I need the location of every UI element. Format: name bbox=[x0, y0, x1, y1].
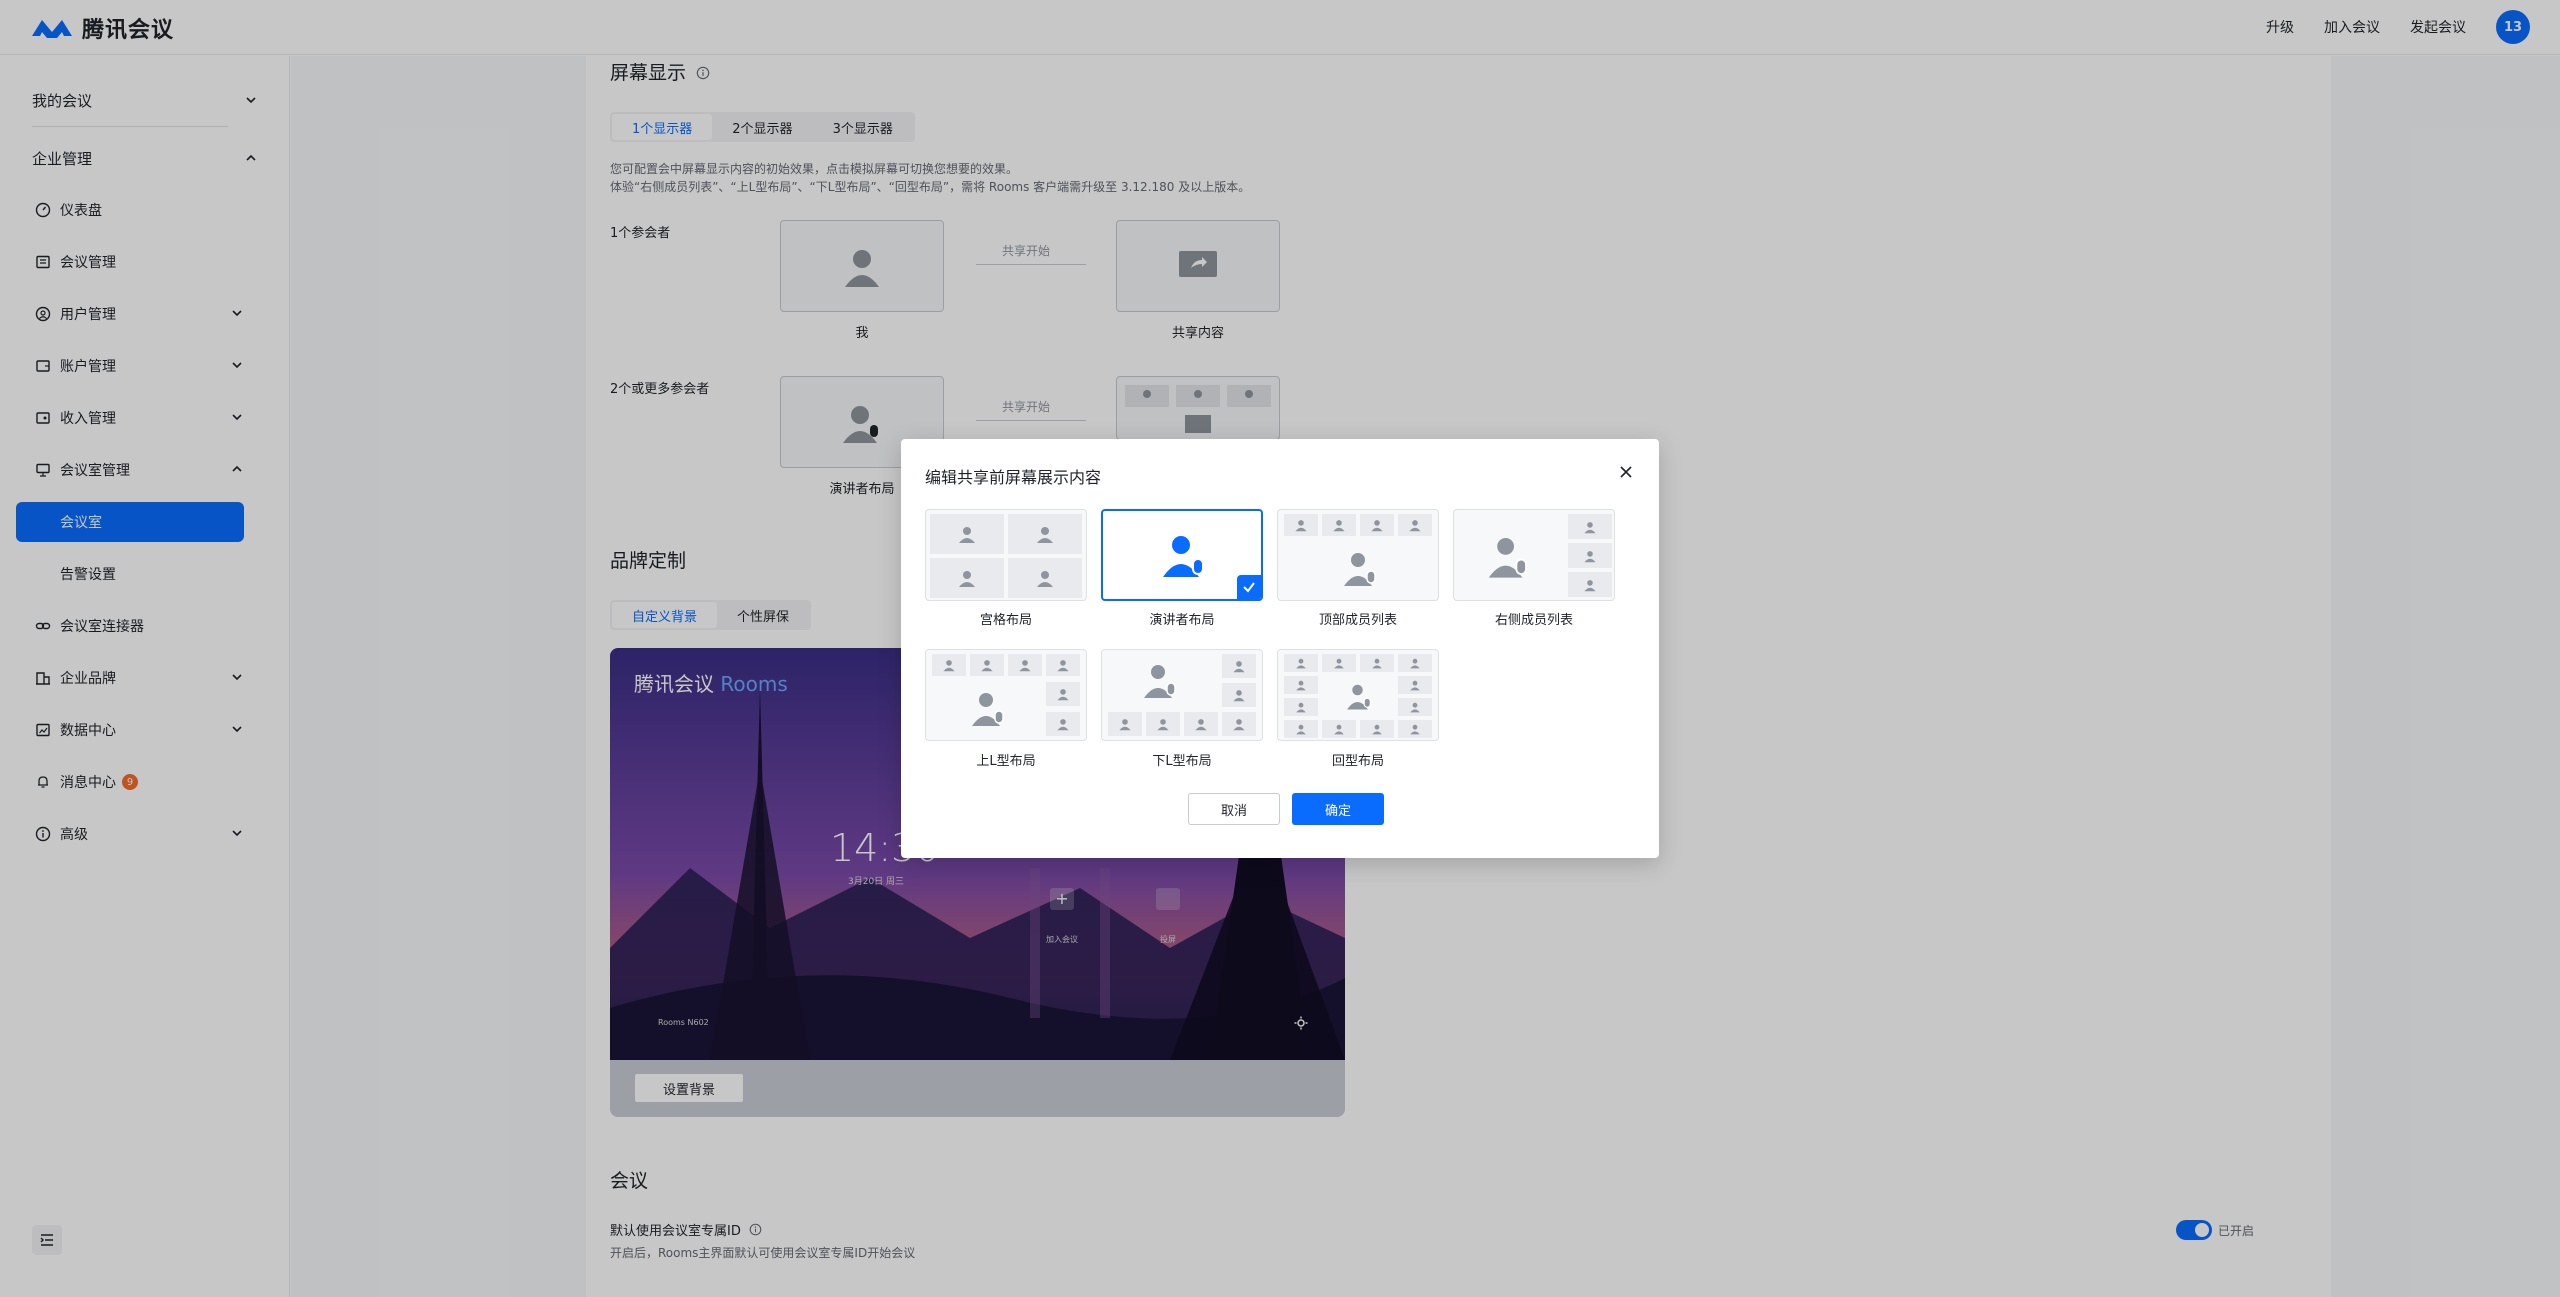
person-icon bbox=[1296, 680, 1306, 691]
person-tile bbox=[1398, 720, 1432, 738]
person-icon bbox=[1037, 527, 1053, 543]
person-icon bbox=[1296, 702, 1306, 713]
person-icon bbox=[959, 527, 975, 543]
layout-option-speaker[interactable] bbox=[1101, 509, 1263, 601]
person-icon bbox=[1584, 579, 1596, 591]
person-tile bbox=[1360, 654, 1394, 672]
person-icon bbox=[1584, 550, 1596, 562]
person-tile bbox=[1284, 698, 1318, 716]
person-tile bbox=[1398, 698, 1432, 716]
person-icon bbox=[1584, 521, 1596, 533]
selected-check bbox=[1237, 575, 1261, 599]
person-tile bbox=[1322, 720, 1356, 738]
layout-option-upper-l[interactable] bbox=[925, 649, 1087, 741]
person-icon bbox=[1119, 719, 1131, 731]
person-icon bbox=[1157, 719, 1169, 731]
confirm-button[interactable]: 确定 bbox=[1292, 793, 1384, 825]
layout-option-right-list[interactable] bbox=[1453, 509, 1615, 601]
person-tile bbox=[1046, 682, 1080, 706]
layout-caption-top-list: 顶部成员列表 bbox=[1318, 613, 1397, 628]
layout-option-grid[interactable] bbox=[925, 509, 1087, 601]
person-icon bbox=[1410, 702, 1420, 713]
person-icon bbox=[981, 660, 993, 672]
person-tile bbox=[930, 558, 1004, 598]
person-icon bbox=[1333, 520, 1345, 532]
check-icon bbox=[1243, 582, 1255, 593]
speaker-icon bbox=[1144, 665, 1176, 698]
person-tile bbox=[1322, 654, 1356, 672]
person-tile bbox=[1008, 514, 1082, 554]
person-tile bbox=[1222, 712, 1256, 736]
person-tile bbox=[1398, 514, 1432, 536]
person-tile bbox=[1568, 514, 1612, 539]
person-icon bbox=[1057, 660, 1069, 672]
layout-dialog: 编辑共享前屏幕展示内容 宫格布局 演讲者布局 顶部成员列表 右侧成员列表 上L型… bbox=[901, 439, 1659, 858]
person-tile bbox=[1146, 712, 1180, 736]
person-icon bbox=[943, 660, 955, 672]
close-button[interactable] bbox=[1617, 463, 1635, 481]
layout-caption-lower-l: 下L型布局 bbox=[1152, 754, 1212, 769]
person-icon bbox=[1372, 658, 1382, 669]
layout-option-top-list[interactable] bbox=[1277, 509, 1439, 601]
person-tile bbox=[1284, 654, 1318, 672]
person-tile bbox=[1222, 683, 1256, 707]
cancel-button[interactable]: 取消 bbox=[1188, 793, 1280, 825]
person-icon bbox=[1233, 690, 1245, 702]
person-icon bbox=[1334, 724, 1344, 735]
person-icon bbox=[1334, 658, 1344, 669]
person-tile bbox=[970, 654, 1004, 676]
person-tile bbox=[1568, 543, 1612, 568]
person-tile bbox=[1008, 654, 1042, 676]
person-icon bbox=[1296, 658, 1306, 669]
layout-caption-ring: 回型布局 bbox=[1331, 754, 1384, 769]
person-icon bbox=[1410, 680, 1420, 691]
layout-caption-speaker: 演讲者布局 bbox=[1149, 613, 1215, 628]
person-icon bbox=[959, 571, 975, 587]
person-tile bbox=[1284, 720, 1318, 738]
person-icon bbox=[1296, 724, 1306, 735]
person-tile bbox=[1360, 720, 1394, 738]
person-icon bbox=[1019, 660, 1031, 672]
speaker-icon bbox=[1163, 536, 1204, 577]
layout-caption-right-list: 右侧成员列表 bbox=[1494, 613, 1573, 628]
speaker-icon bbox=[1344, 553, 1376, 586]
close-icon bbox=[1620, 466, 1632, 478]
layout-option-ring[interactable] bbox=[1277, 649, 1439, 741]
person-tile bbox=[1222, 654, 1256, 678]
person-icon bbox=[1057, 719, 1069, 731]
person-tile bbox=[1322, 514, 1356, 536]
person-tile bbox=[1008, 558, 1082, 598]
speaker-icon bbox=[972, 693, 1004, 726]
person-tile bbox=[1284, 676, 1318, 694]
speaker-icon bbox=[1347, 684, 1371, 710]
person-icon bbox=[1233, 719, 1245, 731]
person-icon bbox=[1195, 719, 1207, 731]
person-tile bbox=[1360, 514, 1394, 536]
speaker-icon bbox=[1488, 538, 1527, 578]
person-tile bbox=[1568, 572, 1612, 597]
person-icon bbox=[1371, 520, 1383, 532]
person-icon bbox=[1372, 724, 1382, 735]
person-icon bbox=[1410, 658, 1420, 669]
person-tile bbox=[1184, 712, 1218, 736]
person-icon bbox=[1409, 520, 1421, 532]
layout-caption-grid: 宫格布局 bbox=[979, 613, 1032, 628]
person-icon bbox=[1037, 571, 1053, 587]
person-tile bbox=[1046, 654, 1080, 676]
layout-caption-upper-l: 上L型布局 bbox=[976, 754, 1036, 769]
person-tile bbox=[1284, 514, 1318, 536]
person-tile bbox=[932, 654, 966, 676]
person-icon bbox=[1410, 724, 1420, 735]
person-tile bbox=[1398, 676, 1432, 694]
person-tile bbox=[1046, 712, 1080, 736]
person-icon bbox=[1233, 661, 1245, 673]
dialog-title: 编辑共享前屏幕展示内容 bbox=[925, 468, 1102, 487]
layout-option-lower-l[interactable] bbox=[1101, 649, 1263, 741]
person-tile bbox=[1108, 712, 1142, 736]
person-tile bbox=[1398, 654, 1432, 672]
person-tile bbox=[930, 514, 1004, 554]
person-icon bbox=[1295, 520, 1307, 532]
person-icon bbox=[1057, 689, 1069, 701]
